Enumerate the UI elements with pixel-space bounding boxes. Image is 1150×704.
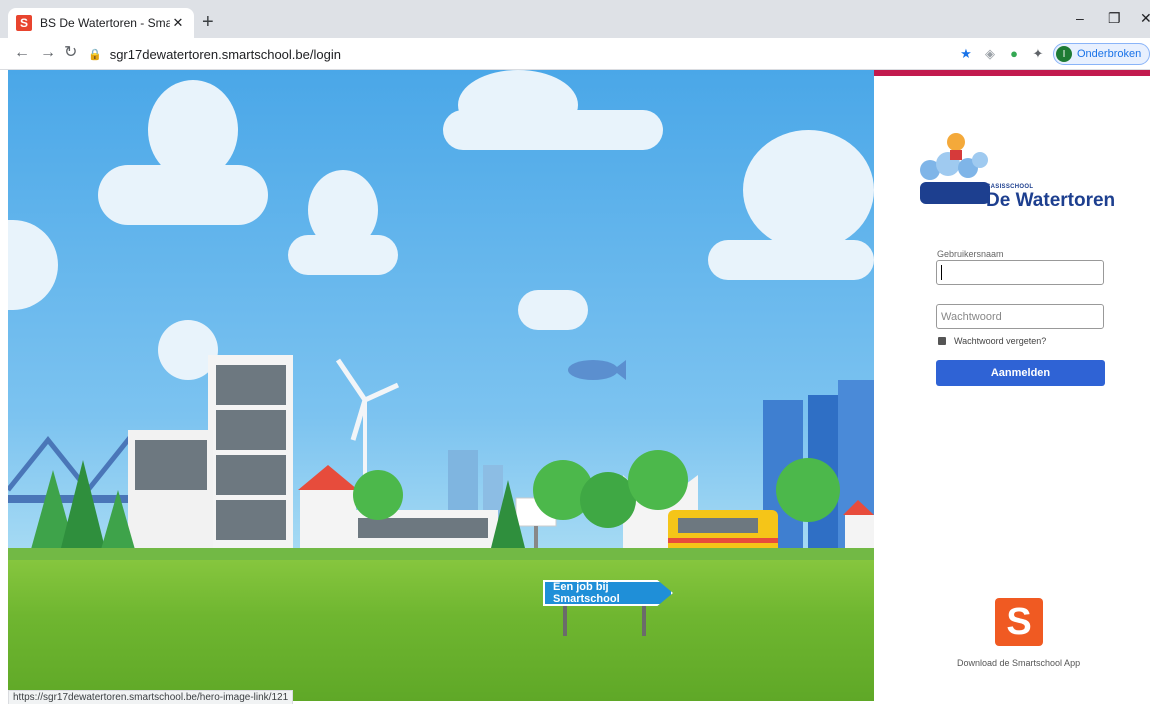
extension-icon[interactable]: ●	[1006, 46, 1022, 62]
signpost	[563, 606, 567, 636]
forgot-password-link[interactable]: Wachtwoord vergeten?	[938, 336, 1046, 346]
logo-title: De Watertoren	[986, 190, 1116, 211]
grass-field	[8, 560, 874, 701]
new-tab-button[interactable]: +	[202, 12, 214, 32]
forgot-password-label: Wachtwoord vergeten?	[954, 336, 1047, 346]
browser-tab[interactable]: S BS De Watertoren - Smartschool ✕	[8, 8, 194, 38]
text-caret	[941, 265, 942, 280]
app-download-link[interactable]: Download de Smartschool App	[957, 658, 1080, 668]
close-window-icon[interactable]: ✕	[1140, 10, 1150, 27]
profile-button[interactable]: I Onderbroken	[1053, 43, 1150, 65]
address-bar[interactable]: 🔒 sgr17dewatertoren.smartschool.be/login	[88, 42, 938, 66]
accent-bar	[874, 70, 1150, 76]
url-text: sgr17dewatertoren.smartschool.be/login	[109, 46, 341, 62]
reload-icon[interactable]: ↻	[64, 45, 77, 61]
smartschool-app-icon[interactable]: S	[995, 598, 1043, 646]
browser-toolbar: ← → ↻ 🔒 sgr17dewatertoren.smartschool.be…	[0, 38, 1150, 70]
close-icon[interactable]: ✕	[170, 15, 186, 31]
extension-icon[interactable]: ◈	[982, 46, 998, 62]
puzzle-icon[interactable]: ✦	[1030, 46, 1046, 62]
hero-illustration[interactable]: Een job bij Smartschool	[8, 70, 874, 701]
login-panel: BASISSCHOOL De Watertoren Gebruikersnaam…	[874, 70, 1150, 701]
restore-icon[interactable]: ❐	[1108, 10, 1121, 27]
lock-icon: 🔒	[88, 48, 102, 61]
profile-label: Onderbroken	[1077, 48, 1142, 60]
smartschool-favicon-icon: S	[16, 15, 32, 31]
minimize-icon[interactable]: –	[1076, 10, 1084, 26]
status-url: https://sgr17dewatertoren.smartschool.be…	[8, 690, 294, 704]
username-label: Gebruikersnaam	[937, 249, 1004, 259]
lock-icon	[938, 337, 946, 345]
browser-tabbar: S BS De Watertoren - Smartschool ✕ + – ❐…	[0, 0, 1150, 38]
password-input[interactable]: Wachtwoord	[936, 304, 1104, 329]
username-input[interactable]	[936, 260, 1104, 285]
bookmark-star-icon[interactable]: ★	[958, 46, 974, 62]
tab-title: BS De Watertoren - Smartschool	[40, 16, 170, 30]
back-icon[interactable]: ←	[14, 45, 30, 61]
job-sign-link[interactable]: Een job bij Smartschool	[543, 580, 673, 606]
signpost	[642, 606, 646, 636]
avatar: I	[1056, 46, 1072, 62]
forward-icon[interactable]: →	[40, 45, 56, 61]
login-button[interactable]: Aanmelden	[936, 360, 1105, 386]
